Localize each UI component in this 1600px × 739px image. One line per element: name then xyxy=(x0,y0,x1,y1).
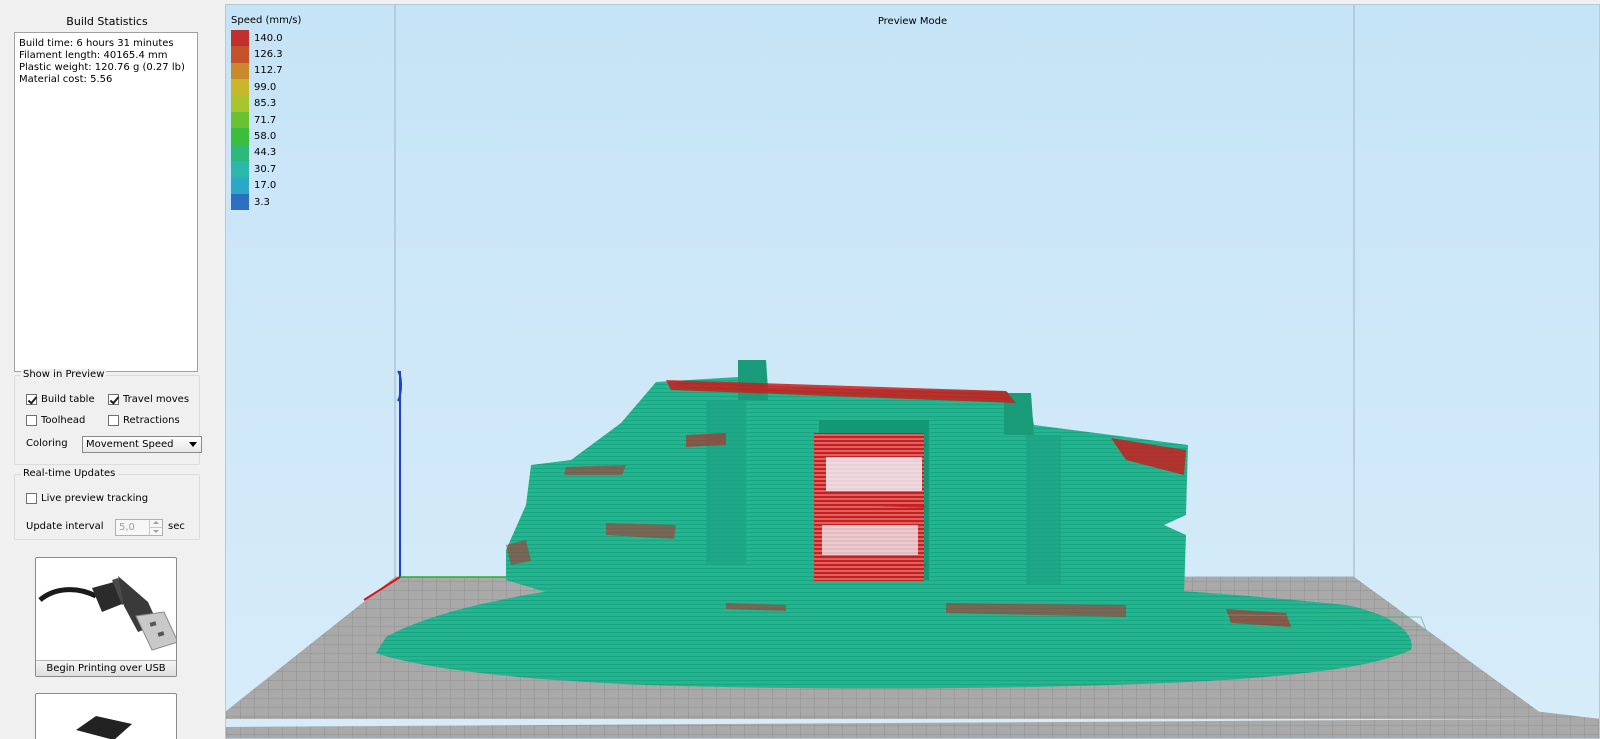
model-pillar-left xyxy=(738,360,768,400)
build-table-check-box[interactable] xyxy=(26,394,37,405)
toolhead-label: Toolhead xyxy=(41,415,86,426)
model-base xyxy=(376,584,1412,689)
viewport-title: Preview Mode xyxy=(877,16,948,27)
speed-legend-swatch xyxy=(231,144,249,162)
speed-legend-swatch xyxy=(231,30,249,47)
filament-length-text: Filament length: 40165.4 mm xyxy=(19,50,168,61)
build-statistics-title: Build Statistics xyxy=(66,15,148,28)
speed-legend-entry: 126.3 xyxy=(231,46,301,63)
speed-legend-entry: 17.0 xyxy=(231,177,301,194)
speed-legend-entry: 3.3 xyxy=(231,193,301,211)
show-in-preview-group: Show in Preview Build table Travel moves… xyxy=(14,369,202,465)
travel-moves-check-box[interactable] xyxy=(108,394,119,405)
speed-legend-value: 112.7 xyxy=(254,65,283,77)
begin-printing-usb-button[interactable]: Begin Printing over USB xyxy=(35,557,177,677)
build-table-checkbox[interactable]: Build table xyxy=(26,394,95,405)
speed-legend-entry: 99.0 xyxy=(231,79,301,96)
speed-legend-swatch xyxy=(231,193,249,211)
update-interval-label: Update interval xyxy=(26,521,104,532)
speed-legend-entry: 85.3 xyxy=(231,95,301,112)
sd-card-icon xyxy=(76,716,132,739)
coloring-select[interactable]: Movement Speed xyxy=(82,436,202,453)
speed-legend-entry: 71.7 xyxy=(231,111,301,129)
speed-legend-value: 58.0 xyxy=(254,131,277,143)
speed-legend-entry: 30.7 xyxy=(231,161,301,178)
speed-legend-value: 85.3 xyxy=(254,98,277,110)
toolhead-check-box[interactable] xyxy=(26,415,37,426)
update-interval-unit: sec xyxy=(168,521,185,532)
live-preview-checkbox[interactable]: Live preview tracking xyxy=(26,493,148,504)
speed-legend-rows: 140.0 126.3 112.7 99.0 85.3 71.7 58.0 44.3 30.7 1… xyxy=(231,30,301,211)
show-in-preview-title: Show in Preview xyxy=(21,369,107,380)
speed-legend-entry: 58.0 xyxy=(231,128,301,145)
speed-legend-value: 71.7 xyxy=(254,114,277,126)
model-column-shade xyxy=(1026,435,1061,585)
left-panel: Build Statistics Build time: 6 hours 31 … xyxy=(0,0,220,739)
toolhead-checkbox[interactable]: Toolhead xyxy=(26,415,85,426)
speed-legend-value: 3.3 xyxy=(254,196,270,208)
spin-down-icon[interactable] xyxy=(149,528,162,535)
speed-legend-entry: 44.3 xyxy=(231,144,301,162)
live-preview-label: Live preview tracking xyxy=(41,493,149,504)
speed-legend-swatch xyxy=(231,46,249,63)
speed-legend-swatch xyxy=(231,79,249,96)
speed-legend-value: 140.0 xyxy=(254,32,283,44)
sd-card-button[interactable] xyxy=(35,693,177,739)
update-interval-spinbox[interactable]: 5,0 xyxy=(115,519,163,536)
travel-moves-label: Travel moves xyxy=(123,394,190,405)
build-statistics-box: Build time: 6 hours 31 minutes Filament … xyxy=(14,32,198,372)
retractions-checkbox[interactable]: Retractions xyxy=(108,415,180,426)
speed-legend-value: 126.3 xyxy=(254,49,283,61)
model-window-gap xyxy=(822,525,918,555)
coloring-select-value: Movement Speed xyxy=(86,439,174,450)
build-time-text: Build time: 6 hours 31 minutes xyxy=(19,38,174,49)
speed-legend-title: Speed (mm/s) xyxy=(231,15,302,26)
speed-legend-swatch xyxy=(231,111,249,129)
speed-legend-swatch xyxy=(231,62,249,80)
update-interval-value: 5,0 xyxy=(119,522,135,533)
retractions-label: Retractions xyxy=(123,415,180,426)
plastic-weight-text: Plastic weight: 120.76 g (0.27 lb) xyxy=(19,62,185,73)
spin-up-icon[interactable] xyxy=(149,520,162,528)
speed-legend-value: 30.7 xyxy=(254,163,277,175)
usb-cable-icon xyxy=(38,576,176,651)
build-table-label: Build table xyxy=(41,394,95,405)
chevron-down-icon xyxy=(189,442,197,447)
speed-legend-entry: 140.0 xyxy=(231,30,301,47)
speed-legend-swatch xyxy=(231,128,249,145)
model-window-gap xyxy=(826,457,922,491)
build-scene[interactable] xyxy=(226,5,1600,739)
travel-moves-checkbox[interactable]: Travel moves xyxy=(108,394,189,405)
retractions-check-box[interactable] xyxy=(108,415,119,426)
live-preview-check-box[interactable] xyxy=(26,493,37,504)
material-cost-text: Material cost: 5.56 xyxy=(19,74,113,85)
speed-legend-value: 17.0 xyxy=(254,180,277,192)
app-window: Build Statistics Build time: 6 hours 31 … xyxy=(0,0,1600,739)
realtime-updates-title: Real-time Updates xyxy=(21,468,118,479)
speed-legend: Speed (mm/s) 140.0 126.3 112.7 99.0 85.3 71.7… xyxy=(231,15,302,211)
realtime-updates-group: Real-time Updates Live preview tracking … xyxy=(14,468,200,540)
speed-legend-swatch xyxy=(231,161,249,178)
speed-legend-value: 44.3 xyxy=(254,147,277,159)
speed-legend-swatch xyxy=(231,177,249,194)
speed-legend-value: 99.0 xyxy=(254,81,277,93)
begin-printing-usb-label: Begin Printing over USB xyxy=(36,660,176,676)
speed-legend-swatch xyxy=(231,95,249,112)
speed-legend-entry: 112.7 xyxy=(231,62,301,80)
preview-viewport[interactable]: Preview Mode Speed (mm/s) 140.0 126.3 112.… xyxy=(225,4,1600,739)
model-column-shade xyxy=(706,400,746,565)
coloring-label: Coloring xyxy=(26,438,68,449)
